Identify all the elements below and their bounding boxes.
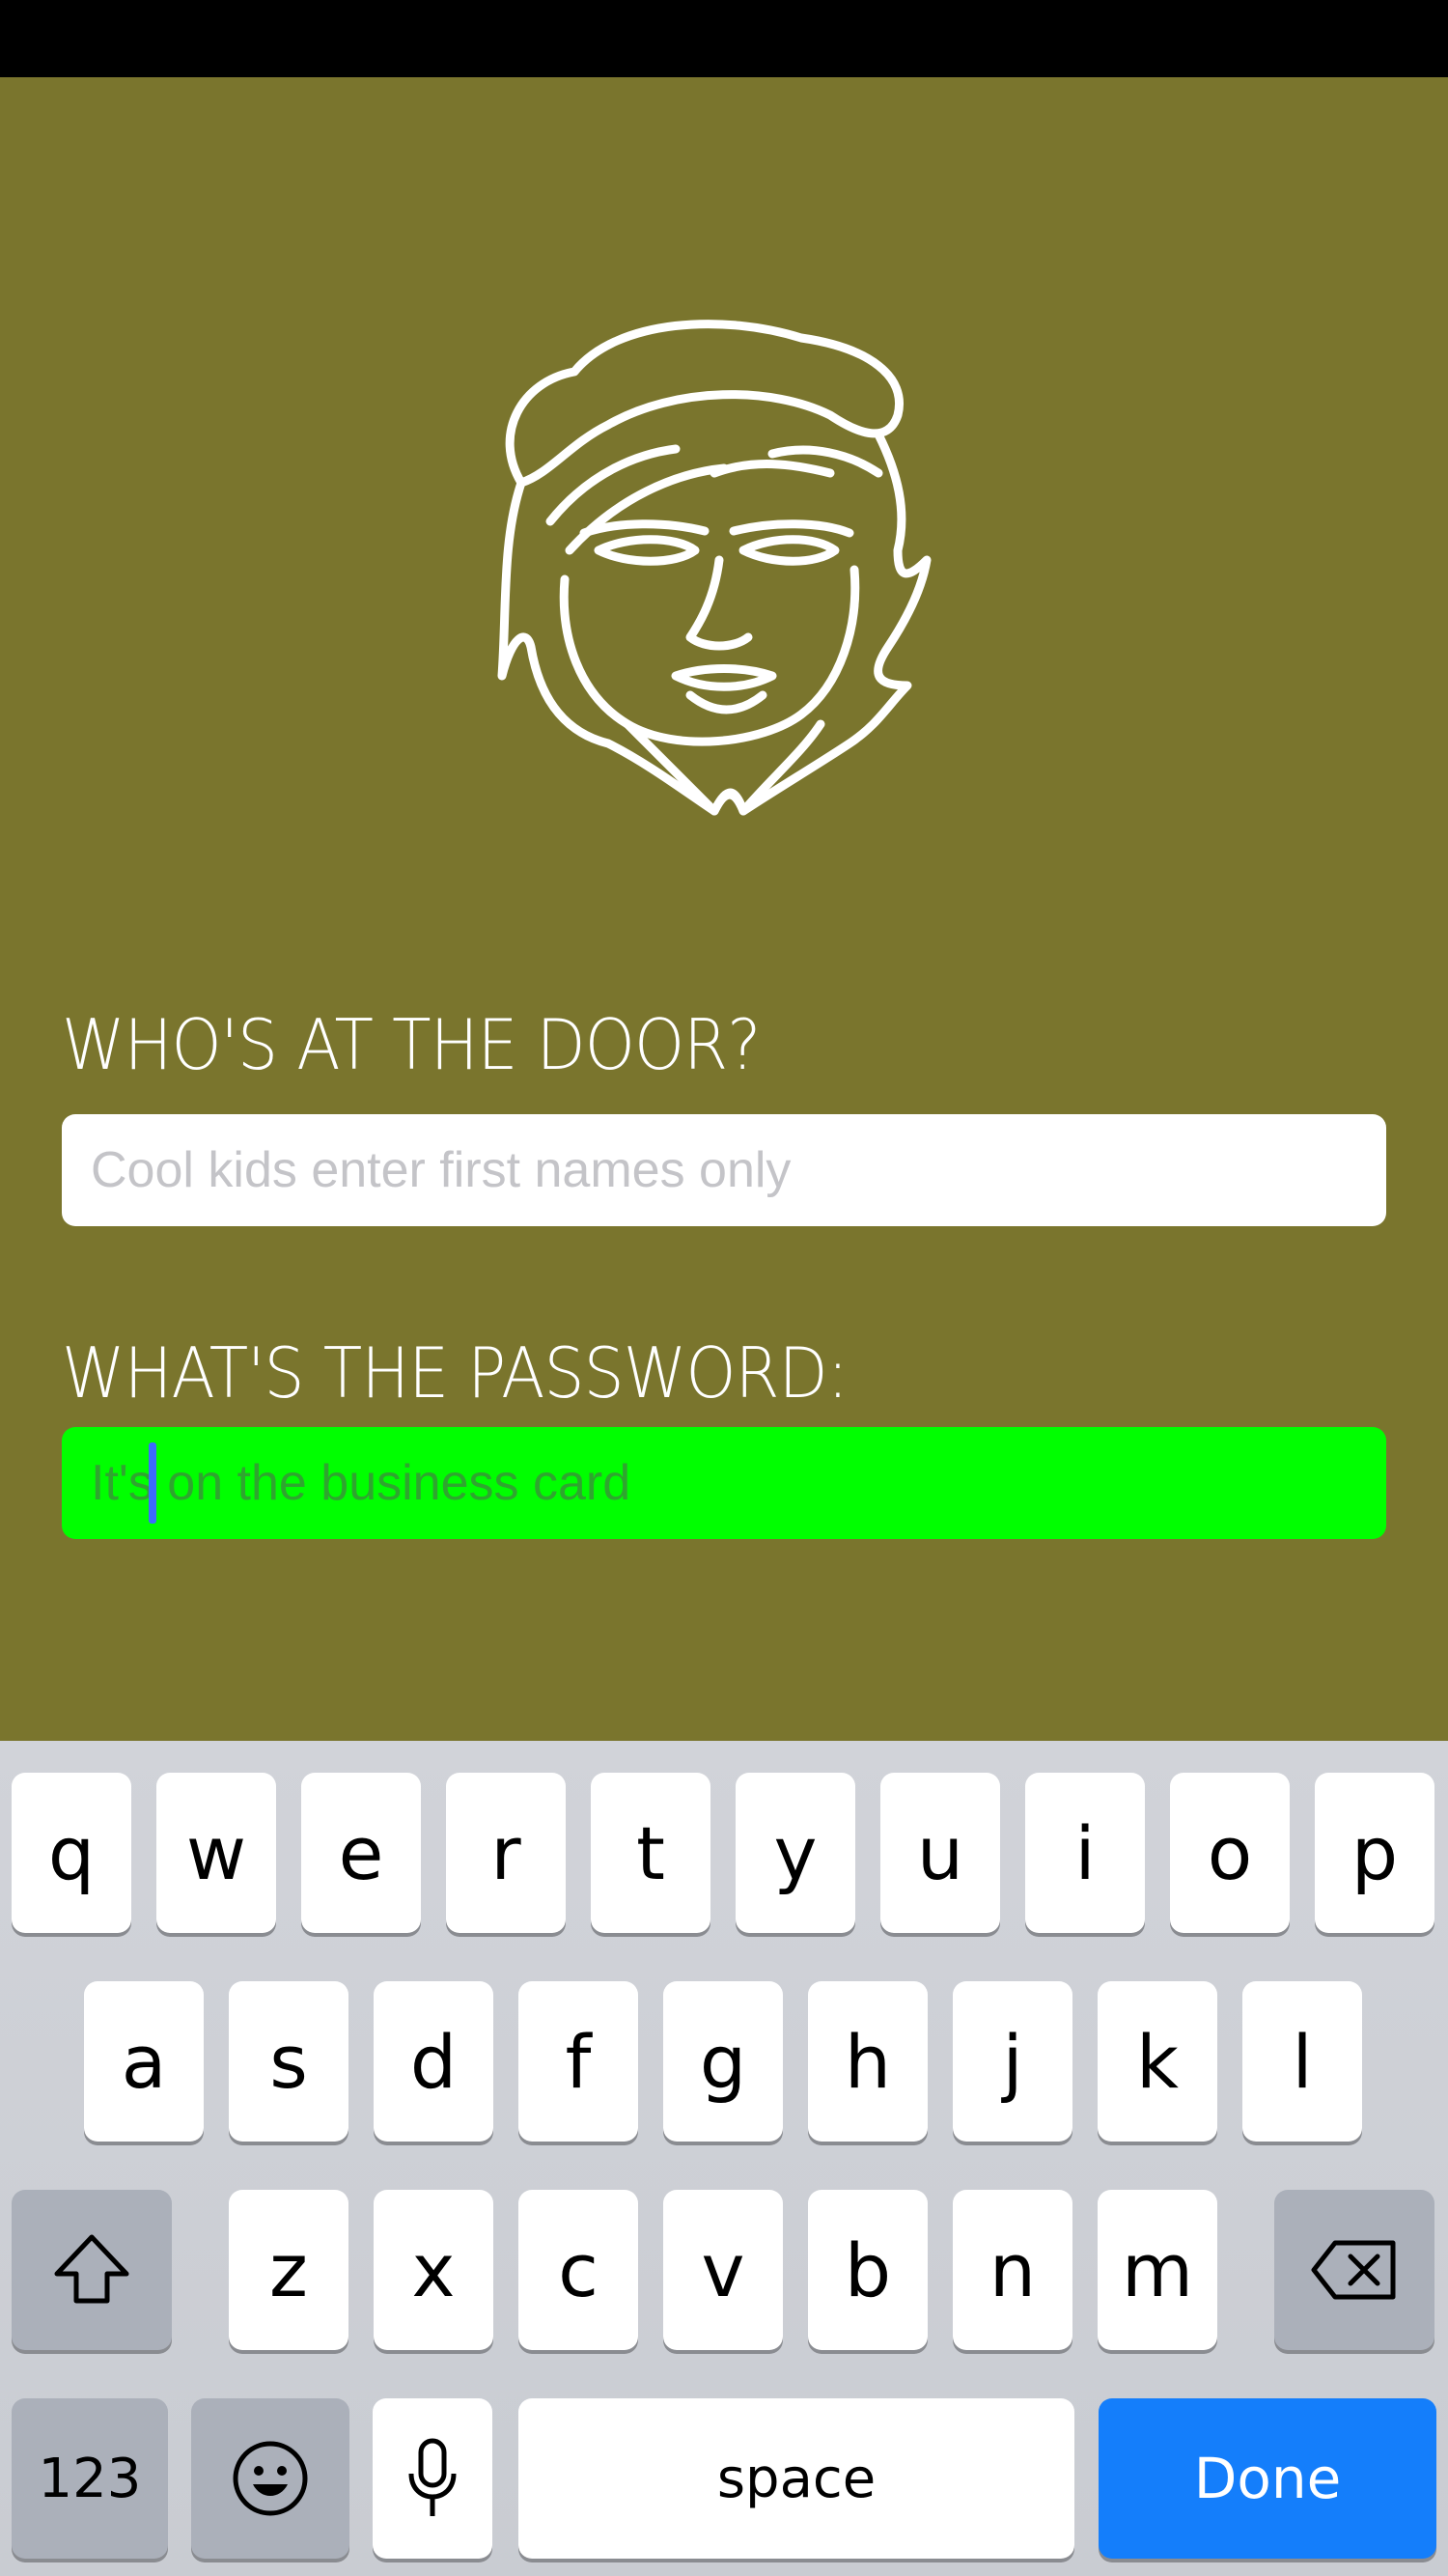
key-o[interactable]: o [1170,1773,1290,1933]
name-prompt-label: WHO'S AT THE DOOR? [62,1004,761,1085]
key-e[interactable]: e [301,1773,421,1933]
key-v[interactable]: v [663,2190,783,2350]
dictation-key[interactable] [373,2398,492,2559]
password-prompt-label: WHAT'S THE PASSWORD: [62,1332,849,1414]
key-q[interactable]: q [12,1773,131,1933]
status-bar [0,0,1448,77]
key-g[interactable]: g [663,1981,783,2142]
shift-icon [54,2234,129,2304]
key-f[interactable]: f [518,1981,638,2142]
key-p[interactable]: p [1315,1773,1434,1933]
key-t[interactable]: t [591,1773,710,1933]
emoji-key[interactable] [191,2398,349,2559]
backspace-key[interactable] [1274,2190,1434,2350]
backspace-icon [1311,2240,1396,2300]
space-key[interactable]: space [518,2398,1074,2559]
microphone-icon [408,2438,457,2516]
key-m[interactable]: m [1098,2190,1217,2350]
numbers-key[interactable]: 123 [12,2398,168,2559]
bearded-face-logo-icon [497,320,932,816]
key-k[interactable]: k [1098,1981,1217,2142]
password-input[interactable]: It's on the business card [62,1427,1386,1539]
key-j[interactable]: j [953,1981,1072,2142]
key-a[interactable]: a [84,1981,204,2142]
key-c[interactable]: c [518,2190,638,2350]
shift-key[interactable] [12,2190,172,2350]
key-n[interactable]: n [953,2190,1072,2350]
key-z[interactable]: z [229,2190,348,2350]
first-name-input[interactable]: Cool kids enter first names only [62,1114,1386,1226]
key-s[interactable]: s [229,1981,348,2142]
key-u[interactable]: u [880,1773,1000,1933]
key-x[interactable]: x [374,2190,493,2350]
key-i[interactable]: i [1025,1773,1145,1933]
password-placeholder: It's on the business card [91,1455,631,1511]
done-key[interactable]: Done [1099,2398,1436,2559]
emoji-icon [233,2441,308,2516]
key-h[interactable]: h [808,1981,928,2142]
key-d[interactable]: d [374,1981,493,2142]
key-r[interactable]: r [446,1773,566,1933]
key-w[interactable]: w [156,1773,276,1933]
key-b[interactable]: b [808,2190,928,2350]
key-l[interactable]: l [1242,1981,1362,2142]
onscreen-keyboard: q w e r t y u i o p a s d f g h j k l z … [0,1741,1448,2576]
key-y[interactable]: y [736,1773,855,1933]
text-caret [149,1442,156,1524]
